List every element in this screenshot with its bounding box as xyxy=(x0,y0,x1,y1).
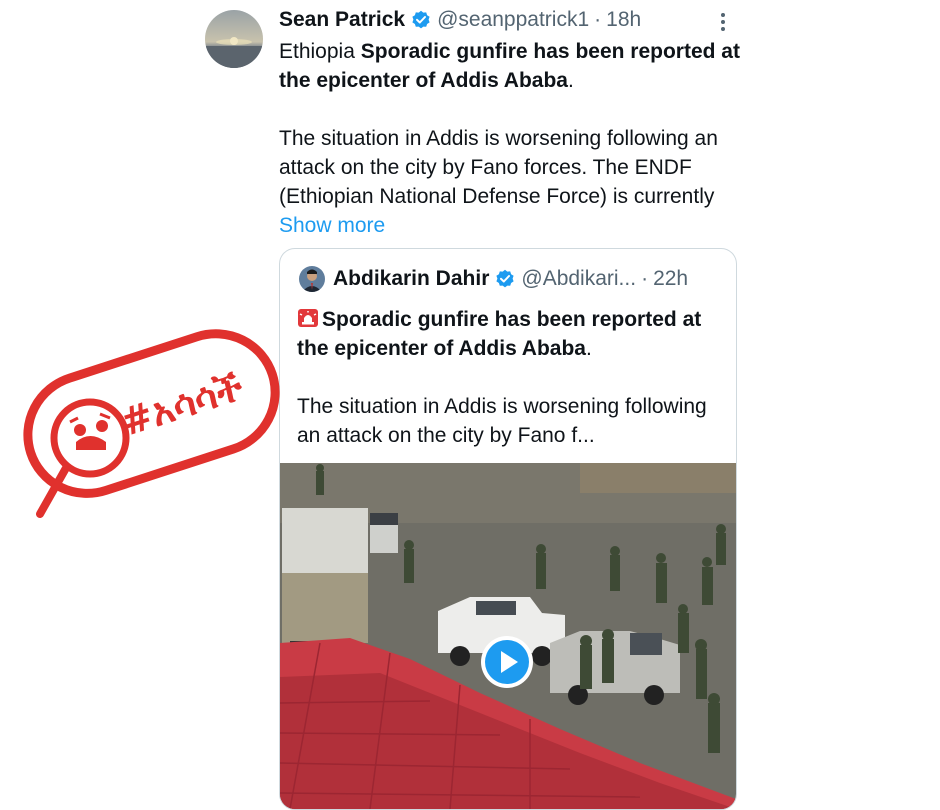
quoted-author-avatar[interactable] xyxy=(299,266,325,292)
quoted-text-headline: Sporadic gunfire has been reported at th… xyxy=(297,308,702,360)
separator-dot: · xyxy=(641,267,649,290)
tweet-time[interactable]: 18h xyxy=(606,8,641,32)
tweet-text-period: . xyxy=(568,69,574,92)
video-thumbnail[interactable] xyxy=(280,463,736,809)
quoted-tweet-text: Sporadic gunfire has been reported at th… xyxy=(297,305,727,450)
verified-badge-icon xyxy=(495,269,515,289)
tweet-text: Ethiopia Sporadic gunfire has been repor… xyxy=(279,37,749,240)
tweet-text-prefix: Ethiopia xyxy=(279,40,361,63)
quoted-tweet-header: Abdikarin Dahir @Abdikari... · 22h xyxy=(333,265,688,293)
show-more-link[interactable]: Show more xyxy=(279,214,385,237)
quoted-tweet-time[interactable]: 22h xyxy=(653,267,688,291)
quoted-author-name[interactable]: Abdikarin Dahir xyxy=(333,267,489,291)
author-handle[interactable]: @seanppatrick1 xyxy=(437,8,589,32)
tweet-paragraph: The situation in Addis is worsening foll… xyxy=(279,127,718,208)
author-name[interactable]: Sean Patrick xyxy=(279,8,405,32)
separator-dot: · xyxy=(594,8,602,31)
siren-emoji-icon xyxy=(297,307,319,327)
quoted-paragraph: The situation in Addis is worsening foll… xyxy=(297,395,707,447)
quoted-text-period: . xyxy=(586,337,592,360)
tweet-header: Sean Patrick @seanppatrick1 · 18h xyxy=(279,6,641,34)
play-icon[interactable] xyxy=(480,635,534,689)
more-vertical-icon[interactable] xyxy=(713,10,733,34)
verified-badge-icon xyxy=(411,10,431,30)
misleading-stamp: #አሳሳች xyxy=(18,318,290,524)
quoted-tweet-card[interactable]: Abdikarin Dahir @Abdikari... · 22h Spora… xyxy=(279,248,737,810)
author-avatar[interactable] xyxy=(205,10,263,68)
quoted-author-handle[interactable]: @Abdikari... xyxy=(521,267,636,291)
